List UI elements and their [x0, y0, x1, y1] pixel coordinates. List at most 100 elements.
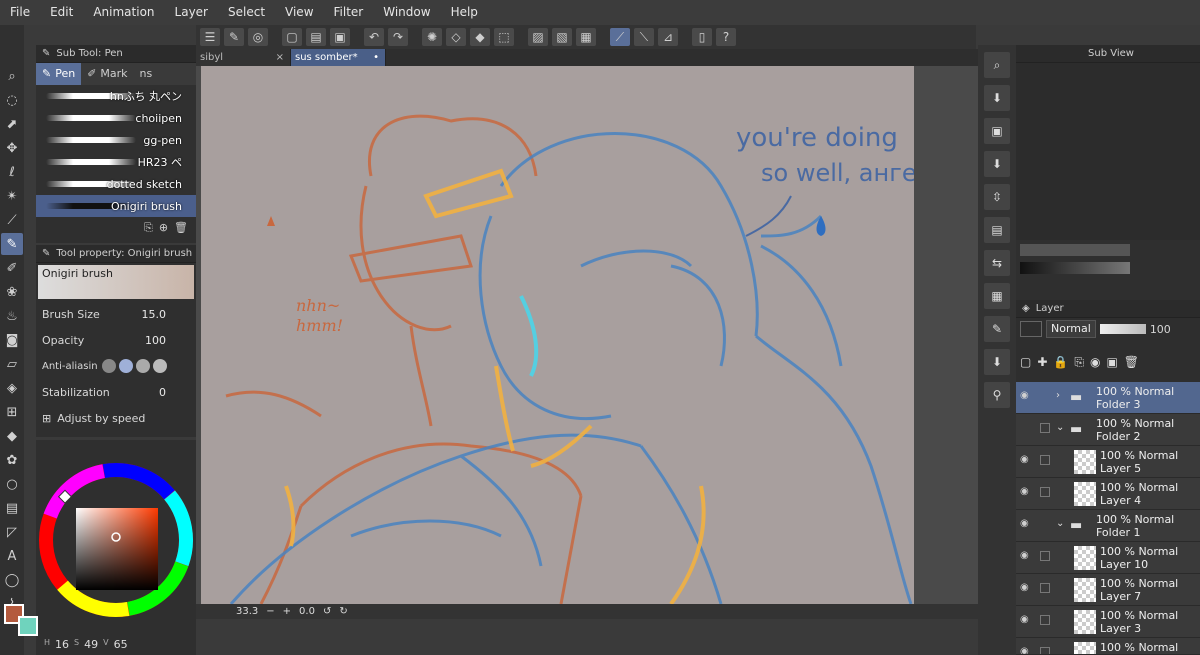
menu-window[interactable]: Window	[373, 0, 440, 25]
import-icon[interactable]: ⬇	[984, 85, 1010, 111]
mask-icon[interactable]: ▣	[1106, 355, 1117, 369]
merge-icon[interactable]: ⇳	[984, 184, 1010, 210]
visibility-checkbox[interactable]	[1040, 647, 1050, 654]
rotation-value[interactable]: 0.0	[299, 606, 315, 617]
brush-size-value[interactable]: 15.0	[142, 308, 167, 321]
fill-tool-icon[interactable]: ◆	[1, 425, 23, 447]
ruler-tool-icon[interactable]: ◸	[1, 521, 23, 543]
color-wheel[interactable]	[36, 440, 196, 655]
visibility-checkbox[interactable]	[1040, 551, 1050, 561]
transform-icon[interactable]: ⬚	[494, 28, 514, 46]
move-tool-icon[interactable]: ✥	[1, 137, 23, 159]
brush-tool-icon[interactable]: ❀	[1, 281, 23, 303]
smartphone-icon[interactable]: ▯	[692, 28, 712, 46]
eye-icon[interactable]: ◉	[1020, 614, 1034, 628]
deselect-icon[interactable]: ▨	[528, 28, 548, 46]
snap-special-ruler-icon[interactable]: ⟍	[634, 28, 654, 46]
zoom-value[interactable]: 33.3	[236, 606, 258, 617]
airbrush-tool-icon[interactable]: ♨	[1, 305, 23, 327]
export-icon[interactable]: ⬇	[984, 349, 1010, 375]
frame-tool-icon[interactable]: ▤	[1, 497, 23, 519]
menu-icon[interactable]: ☰	[200, 28, 220, 46]
new-vector-layer-icon[interactable]: ✚	[1037, 355, 1047, 369]
menu-view[interactable]: View	[275, 0, 323, 25]
artboard[interactable]: you're doing so well, ангел nhn~ hmm!	[201, 66, 914, 604]
decoration-tool-icon[interactable]: ◙	[1, 329, 23, 351]
clip-icon[interactable]: ⎘	[1074, 355, 1084, 370]
opacity-slider[interactable]	[1099, 324, 1146, 334]
rotate-left-icon[interactable]: ↺	[323, 606, 331, 617]
grid-tool-icon[interactable]: ⊞	[1, 401, 23, 423]
eye-icon[interactable]: ◉	[1020, 454, 1034, 468]
eyedropper-tool-icon[interactable]: ⟋	[1, 209, 23, 231]
figure-icon[interactable]: ⚲	[984, 382, 1010, 408]
stabilization-value[interactable]: 0	[159, 386, 166, 399]
new-file-icon[interactable]: ▢	[282, 28, 302, 46]
edit-icon[interactable]: ✎	[984, 316, 1010, 342]
download-icon[interactable]: ⬇	[984, 151, 1010, 177]
operation-tool-icon[interactable]: ⬈	[1, 113, 23, 135]
expand-icon[interactable]: ⊞	[42, 412, 51, 425]
delete-layer-icon[interactable]: 🗑	[1124, 355, 1139, 369]
pencil-tool-icon[interactable]: ✐	[1, 257, 23, 279]
chevron-down-icon[interactable]: ⌄	[1056, 422, 1064, 433]
layer-row[interactable]: ◉ 100 % Normal Layer 3	[1016, 606, 1200, 638]
menu-select[interactable]: Select	[218, 0, 275, 25]
tab-pen[interactable]: ✎ Pen	[36, 63, 82, 85]
menu-layer[interactable]: Layer	[165, 0, 218, 25]
layer-row[interactable]: ◉ ⌄ ▬ 100 % Normal Folder 1	[1016, 510, 1200, 542]
loading-icon[interactable]: ✺	[422, 28, 442, 46]
chevron-right-icon[interactable]: ›	[1056, 390, 1060, 401]
menu-animation[interactable]: Animation	[83, 0, 164, 25]
lasso-tool-icon[interactable]: ℓ	[1, 161, 23, 183]
blend-tool-icon[interactable]: ◈	[1, 377, 23, 399]
close-icon[interactable]: ×	[276, 49, 284, 66]
visibility-checkbox[interactable]	[1040, 583, 1050, 593]
magic-wand-tool-icon[interactable]: ✴	[1, 185, 23, 207]
zoom-in-icon[interactable]: +	[283, 606, 291, 617]
antialias-options[interactable]	[102, 359, 167, 373]
redo-icon[interactable]: ↷	[388, 28, 408, 46]
navigator-icon[interactable]: ⌕	[984, 52, 1010, 78]
modified-dot-icon[interactable]: •	[373, 49, 379, 66]
fill-icon[interactable]: ◆	[470, 28, 490, 46]
layer-row[interactable]: ◉ 100 % Normal	[1016, 638, 1200, 655]
snap-grid-icon[interactable]: ⊿	[658, 28, 678, 46]
new-raster-layer-icon[interactable]: ▢	[1020, 355, 1031, 369]
save-icon[interactable]: ▣	[330, 28, 350, 46]
material-icon[interactable]: ▤	[984, 217, 1010, 243]
eye-icon[interactable]: ◉	[1020, 390, 1034, 404]
visibility-checkbox[interactable]	[1040, 455, 1050, 465]
eye-icon[interactable]: ◉	[1020, 550, 1034, 564]
text-tool-icon[interactable]: A	[1, 545, 23, 567]
antialias-row[interactable]: Anti-aliasin	[36, 353, 196, 379]
blend-mode-select[interactable]: Normal	[1046, 320, 1096, 338]
gradient-tool-icon[interactable]: ✿	[1, 449, 23, 471]
lock-icon[interactable]: 🔒	[1053, 355, 1068, 369]
layer-row[interactable]: ◉ 100 % Normal Layer 5	[1016, 446, 1200, 478]
brush-item-selected[interactable]: Onigiri brush	[36, 195, 196, 217]
snap-ruler-icon[interactable]: ⟋	[610, 28, 630, 46]
opacity-value[interactable]: 100	[145, 334, 166, 347]
balloon-tool-icon[interactable]: ◯	[1, 569, 23, 591]
eye-icon[interactable]: ◉	[1020, 518, 1034, 532]
doc-tab-active[interactable]: sus somber* •	[291, 49, 386, 66]
sub-color-swatch[interactable]	[18, 616, 38, 636]
menu-edit[interactable]: Edit	[40, 0, 83, 25]
brush-item[interactable]: hnふち 丸ペン	[36, 85, 196, 107]
adjust-speed-row[interactable]: ⊞ Adjust by speed	[36, 405, 196, 431]
menu-file[interactable]: File	[0, 0, 40, 25]
saturation-value[interactable]: 49	[84, 638, 98, 651]
menu-help[interactable]: Help	[441, 0, 488, 25]
brush-size-row[interactable]: Brush Size 15.0	[36, 301, 196, 327]
eraser-tool-icon[interactable]: ▱	[1, 353, 23, 375]
open-file-icon[interactable]: ▤	[306, 28, 326, 46]
invert-selection-icon[interactable]: ▧	[552, 28, 572, 46]
undo-icon[interactable]: ↶	[364, 28, 384, 46]
layer-property-icon[interactable]: ▣	[984, 118, 1010, 144]
visibility-checkbox[interactable]	[1040, 615, 1050, 625]
pen-tool-icon[interactable]: ✎	[1, 233, 23, 255]
brush-item[interactable]: gg-pen	[36, 129, 196, 151]
zoom-out-icon[interactable]: −	[266, 606, 274, 617]
tab-custom[interactable]: ns	[134, 63, 159, 85]
